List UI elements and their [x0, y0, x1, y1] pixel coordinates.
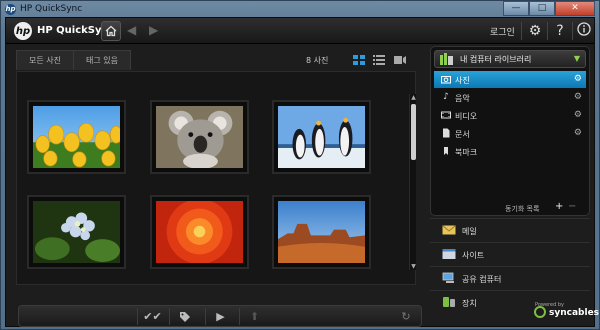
library-item-documents[interactable]: 문서 ⚙ [434, 125, 586, 142]
library-item-label: 음악 [455, 94, 470, 103]
category-shared-computers[interactable]: 공유 컴퓨터 [430, 266, 590, 290]
scroll-down-icon[interactable]: ▼ [410, 263, 417, 270]
library-dropdown[interactable]: 내 컴퓨터 라이브러리 ▼ [434, 50, 586, 68]
app-icon: hp [5, 3, 16, 15]
library-item-video[interactable]: 비디오 ⚙ [434, 107, 586, 124]
bookmark-icon [441, 146, 451, 156]
play-icon[interactable]: ▶ [205, 308, 235, 325]
title-bar[interactable]: hp HP QuickSync — □ ✕ [1, 1, 599, 17]
photo-thumbnail-chrysanthemum[interactable] [150, 195, 249, 269]
scroll-up-icon[interactable]: ▲ [410, 94, 417, 101]
check-all-icon[interactable]: ✔✔ [137, 308, 167, 325]
top-bar: hp HP QuickSync ◀ ▶ 로그인 ⚙ ? [6, 18, 594, 44]
tag-icon[interactable] [169, 308, 199, 325]
document-icon [441, 128, 451, 138]
gear-icon[interactable]: ⚙ [574, 92, 582, 102]
syncables-brand: syncables [549, 308, 600, 318]
tab-all-photos[interactable]: 모든 사진 [16, 50, 74, 70]
window-controls: — □ ✕ [503, 1, 595, 16]
gear-icon[interactable]: ⚙ [526, 22, 544, 40]
login-link[interactable]: 로그인 [490, 25, 515, 38]
library-item-label: 문서 [455, 130, 470, 139]
category-label: 공유 컴퓨터 [462, 275, 502, 284]
info-icon[interactable] [575, 22, 593, 40]
library-item-label: 비디오 [455, 112, 478, 121]
photo-count: 8 사진 [306, 56, 329, 65]
library-sidebar: 내 컴퓨터 라이브러리 ▼ 사진 ⚙ ♪ 음악 ⚙ 비디오 ⚙ 문서 ⚙ 북마크… [430, 46, 590, 324]
scroll-thumb[interactable] [411, 104, 416, 160]
photo-thumbnail-hydrangea[interactable] [27, 195, 126, 269]
chevron-down-icon: ▼ [573, 54, 580, 63]
app-body: hp HP QuickSync ◀ ▶ 로그인 ⚙ ? 모든 사진 태그 있음 … [5, 17, 595, 327]
device-icon [443, 297, 455, 307]
help-icon[interactable]: ? [551, 22, 569, 40]
library-item-label: 사진 [455, 76, 470, 85]
photo-thumbnail-tulips[interactable] [27, 100, 126, 174]
category-mail[interactable]: 메일 [430, 218, 590, 242]
sync-list-label: 동기화 목록 [505, 205, 540, 213]
app-window: hp HP QuickSync — □ ✕ hp HP QuickSync ◀ … [0, 0, 600, 330]
library-item-music[interactable]: ♪ 음악 ⚙ [434, 89, 586, 106]
library-item-bookmarks[interactable]: 북마크 [434, 143, 586, 160]
photo-thumbnail-desert[interactable] [272, 195, 371, 269]
slideshow-view-icon[interactable] [393, 53, 407, 67]
thumbnail-grid [16, 71, 416, 285]
action-bar: ✔✔ ▶ ⬆ ↻ [18, 305, 422, 327]
library-item-photos[interactable]: 사진 ⚙ [434, 71, 586, 88]
add-button[interactable]: + [555, 201, 563, 212]
film-icon [441, 110, 451, 120]
library-icon [440, 53, 453, 65]
gear-icon[interactable]: ⚙ [574, 110, 582, 120]
forward-arrow-icon[interactable]: ▶ [149, 23, 158, 37]
library-box: 내 컴퓨터 라이브러리 ▼ 사진 ⚙ ♪ 음악 ⚙ 비디오 ⚙ 문서 ⚙ 북마크… [430, 46, 590, 216]
category-label: 장치 [462, 299, 477, 308]
divider [521, 22, 522, 40]
category-label: 메일 [462, 227, 477, 236]
tab-tagged[interactable]: 태그 있음 [73, 50, 131, 70]
gear-icon[interactable]: ⚙ [574, 128, 582, 138]
music-note-icon: ♪ [443, 92, 449, 102]
remove-button[interactable]: − [568, 201, 576, 212]
hp-logo: hp [14, 22, 32, 40]
home-icon [105, 25, 117, 37]
photo-thumbnail-koala[interactable] [150, 100, 249, 174]
gear-icon[interactable]: ⚙ [574, 74, 582, 84]
grid-view-icon[interactable] [352, 53, 366, 67]
site-icon [442, 249, 456, 259]
minimize-button[interactable]: — [503, 1, 529, 16]
shared-computer-icon [442, 272, 454, 283]
home-button[interactable] [101, 21, 121, 41]
library-item-label: 북마크 [455, 148, 478, 157]
category-sites[interactable]: 사이트 [430, 242, 590, 266]
camera-icon [441, 74, 451, 84]
close-button[interactable]: ✕ [555, 1, 595, 16]
window-title: HP QuickSync [20, 4, 83, 14]
maximize-button[interactable]: □ [529, 1, 555, 16]
photo-gallery: 모든 사진 태그 있음 8 사진 ▲ ▼ ✔✔ ▶ ⬆ ↻ [12, 50, 422, 327]
photo-thumbnail-penguins[interactable] [272, 100, 371, 174]
list-view-icon[interactable] [372, 53, 386, 67]
divider [572, 22, 573, 40]
gallery-tabs: 모든 사진 태그 있음 [16, 50, 131, 72]
mail-icon [442, 225, 456, 235]
back-arrow-icon[interactable]: ◀ [127, 23, 136, 37]
upload-icon[interactable]: ⬆ [239, 308, 269, 325]
library-title: 내 컴퓨터 라이브러리 [460, 55, 532, 64]
gallery-scrollbar[interactable]: ▲ ▼ [409, 94, 416, 270]
category-label: 사이트 [462, 251, 485, 260]
refresh-icon[interactable]: ↻ [391, 308, 421, 325]
divider [547, 22, 548, 40]
